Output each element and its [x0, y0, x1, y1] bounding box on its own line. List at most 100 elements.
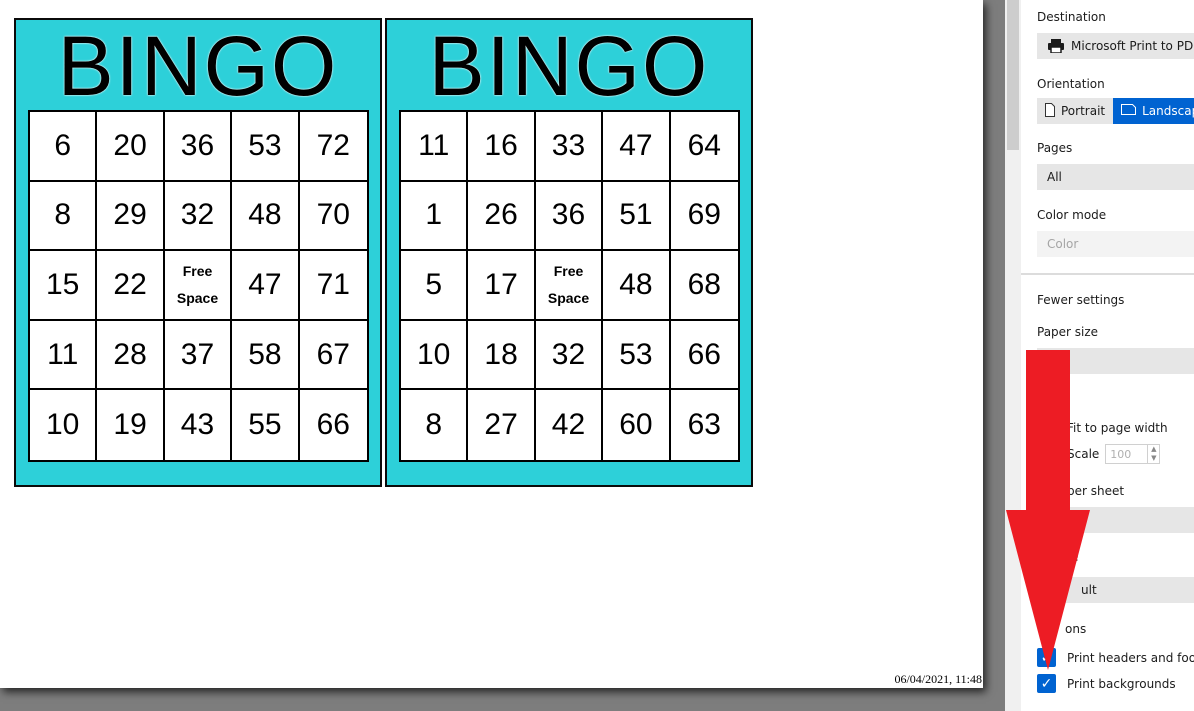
bingo-number-cell: 68 [670, 251, 738, 321]
fewer-settings-link[interactable]: Fewer settings [1037, 293, 1124, 307]
bingo-number-cell: 48 [232, 181, 300, 252]
section-divider [1021, 273, 1194, 275]
print-preview-window: BINGO 6 20 36 53 72 8 29 32 48 70 15 22 Free Space 47 7… [0, 0, 1194, 711]
bingo-number-cell: 55 [232, 390, 300, 460]
bingo-number-cell: 28 [97, 320, 165, 391]
bingo-number-cell: 10 [401, 320, 469, 391]
free-space-text: Free [553, 262, 584, 279]
portrait-page-icon [1045, 102, 1055, 120]
bingo-number-cell: 66 [670, 321, 738, 391]
bingo-number-cell: 15 [30, 251, 98, 321]
color-mode-label: Color mode [1037, 208, 1107, 222]
bingo-number-cell: 26 [468, 181, 536, 252]
free-space-text: Space [176, 289, 219, 306]
bingo-number-cell: 16 [468, 112, 536, 182]
destination-select[interactable]: Microsoft Print to PDF [1037, 33, 1194, 59]
scrollbar-thumb[interactable] [1007, 0, 1019, 150]
bingo-number-cell: 71 [299, 251, 367, 321]
preview-scrollbar[interactable] [1005, 0, 1021, 711]
bingo-number-cell: 32 [164, 181, 233, 252]
bingo-number-cell: 18 [468, 320, 536, 391]
bingo-number-cell: 11 [401, 112, 469, 182]
print-headers-footers-label[interactable]: Print headers and footers [1067, 651, 1194, 665]
bingo-card: BINGO 6 20 36 53 72 8 29 32 48 70 15 22 Free Space 47 7… [14, 18, 382, 487]
bingo-number-cell: 47 [603, 112, 671, 182]
bingo-number-cell: 1 [401, 181, 469, 252]
scale-spinner[interactable]: ▲ ▼ [1147, 445, 1159, 463]
bingo-number-cell: 53 [232, 112, 300, 182]
pages-value: All [1047, 170, 1062, 184]
paper-size-select[interactable] [1037, 348, 1194, 374]
checkmark-icon: ✓ [1040, 649, 1053, 666]
paper-size-label: Paper size [1037, 325, 1099, 339]
bingo-number-cell: 58 [232, 320, 300, 391]
preview-page: BINGO 6 20 36 53 72 8 29 32 48 70 15 22 Free Space 47 7… [0, 0, 983, 688]
bingo-number-cell: 42 [536, 390, 604, 460]
options-label: ons [1065, 622, 1087, 636]
portrait-label: Portrait [1061, 104, 1106, 118]
bingo-number-cell: 69 [670, 182, 738, 252]
bingo-number-cell: 6 [30, 112, 98, 182]
orientation-toggle: Portrait Landscape [1037, 98, 1194, 124]
pages-label: Pages [1037, 141, 1073, 155]
scale-label: Scale [1067, 447, 1100, 461]
bingo-number-cell: 27 [468, 390, 536, 460]
bingo-number-cell: 8 [30, 181, 98, 252]
orientation-label: Orientation [1037, 77, 1105, 91]
bingo-grid: 6 20 36 53 72 8 29 32 48 70 15 22 Free Space 47 71 11 28 3… [28, 110, 369, 462]
margins-label: e [1071, 550, 1079, 564]
fit-to-page-width-option[interactable]: Fit to page width [1067, 421, 1168, 435]
bingo-number-cell: 8 [401, 390, 469, 460]
destination-label: Destination [1037, 10, 1106, 24]
print-backgrounds-label[interactable]: Print backgrounds [1067, 677, 1176, 691]
bingo-number-cell: 20 [97, 112, 165, 182]
free-space-text: Space [547, 289, 590, 306]
color-mode-select[interactable]: Color [1037, 231, 1194, 257]
print-backgrounds-checkbox[interactable]: ✓ [1037, 674, 1056, 693]
bingo-number-cell: 60 [603, 390, 671, 460]
bingo-title: BINGO [428, 19, 710, 113]
destination-value: Microsoft Print to PDF [1071, 39, 1194, 53]
free-space-cell: Free Space [164, 251, 233, 321]
bingo-number-cell: 37 [164, 320, 233, 391]
bingo-number-cell: 53 [603, 320, 671, 391]
bingo-number-cell: 19 [97, 390, 165, 460]
free-space-cell: Free Space [535, 251, 604, 321]
portrait-button[interactable]: Portrait [1037, 98, 1114, 124]
bingo-number-cell: 72 [299, 112, 367, 182]
bingo-number-cell: 29 [97, 181, 165, 252]
bingo-card: BINGO 11 16 33 47 64 1 26 36 51 69 5 17 Free Space 48 6… [385, 18, 753, 487]
bingo-number-cell: 66 [316, 408, 350, 442]
print-headers-footers-checkbox[interactable]: ✓ [1037, 648, 1056, 667]
margins-select[interactable]: ult [1037, 577, 1194, 603]
scale-input[interactable]: 100 ▲ ▼ [1105, 444, 1161, 464]
bingo-number-cell: 36 [535, 181, 604, 252]
bingo-number-cell: 33 [535, 112, 604, 182]
bingo-number-cell: 5 [401, 251, 469, 321]
print-settings-panel: Destination Microsoft Print to PDF Orien… [1021, 0, 1194, 711]
preview-area: BINGO 6 20 36 53 72 8 29 32 48 70 15 22 Free Space 47 7… [0, 0, 1005, 711]
free-space-text: Free [182, 262, 213, 279]
bingo-number-cell: 64 [670, 112, 738, 182]
landscape-button[interactable]: Landscape [1113, 98, 1194, 124]
bingo-number-cell: 67 [299, 321, 367, 391]
color-mode-value: Color [1047, 237, 1079, 251]
bingo-number-cell: 10 [30, 390, 98, 460]
landscape-label: Landscape [1142, 104, 1194, 118]
scale-value: 100 [1110, 447, 1132, 461]
pages-select[interactable]: All [1037, 164, 1194, 190]
bingo-number-cell: 70 [299, 182, 367, 252]
bingo-number-cell: 43 [165, 390, 233, 460]
bingo-number-cell: 11 [30, 320, 98, 391]
printer-icon [1047, 39, 1065, 54]
scale-option[interactable]: Scale 100 ▲ ▼ [1067, 444, 1161, 464]
bingo-title: BINGO [57, 19, 339, 113]
pages-per-sheet-select[interactable] [1037, 507, 1194, 533]
landscape-page-icon [1121, 104, 1137, 118]
margins-value: ult [1081, 583, 1097, 597]
bingo-number-cell: 32 [535, 320, 604, 391]
bingo-number-cell: 17 [468, 251, 536, 321]
bingo-grid: 11 16 33 47 64 1 26 36 51 69 5 17 Free Space 48 68 10 18 3… [399, 110, 740, 462]
pages-per-sheet-label: per sheet [1067, 484, 1125, 498]
checkmark-icon: ✓ [1040, 675, 1053, 692]
